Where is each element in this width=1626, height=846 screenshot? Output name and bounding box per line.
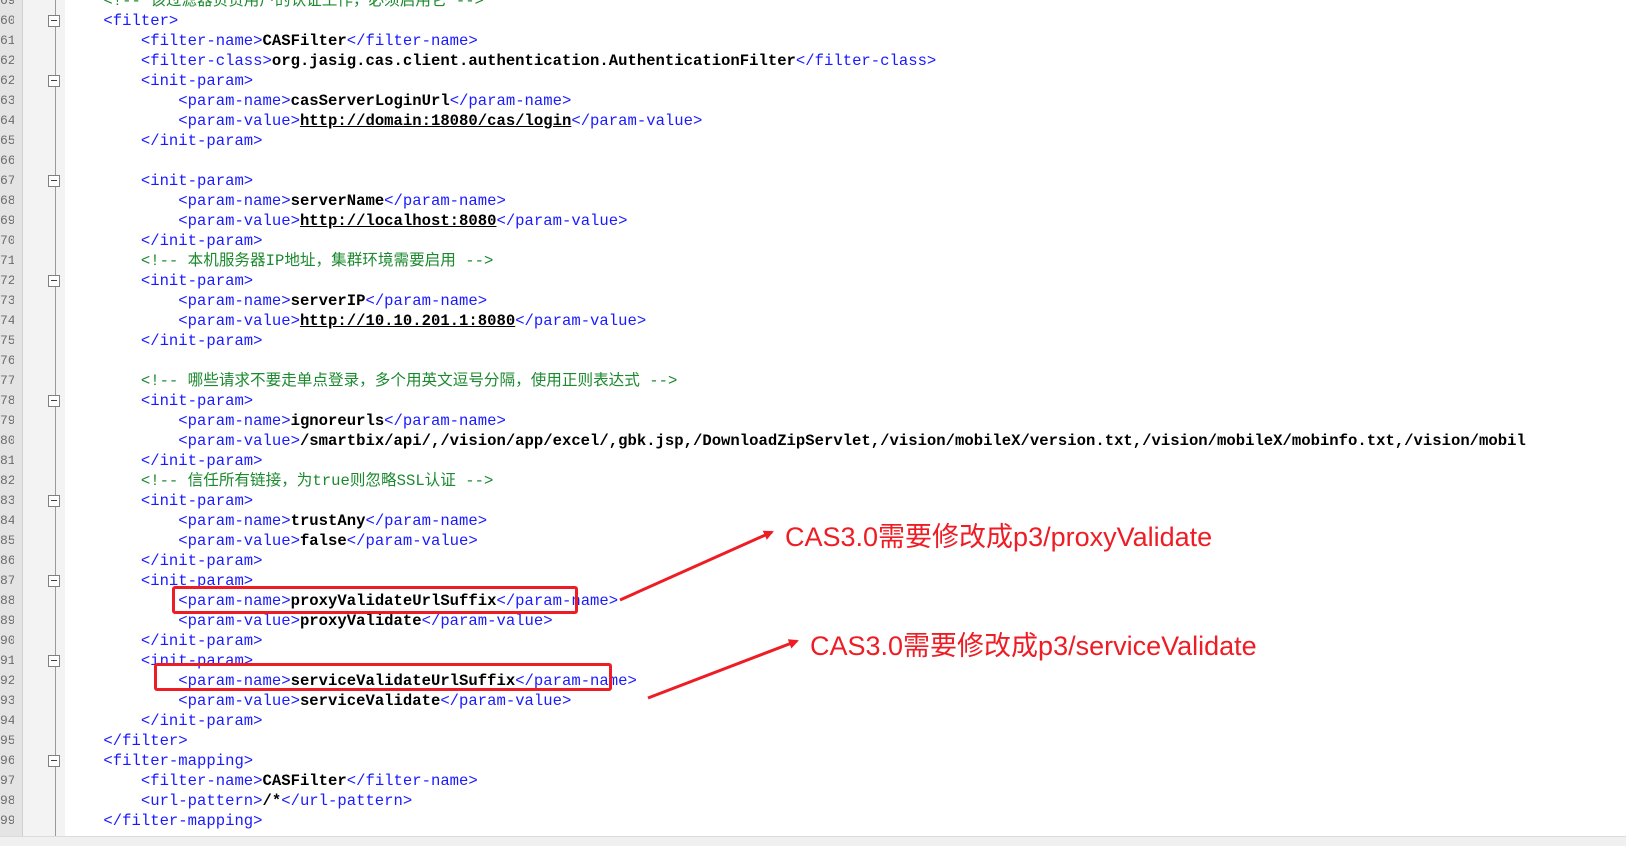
note-proxy-validate: CAS3.0需要修改成p3/proxyValidate	[785, 522, 1213, 552]
arrow-proxy	[619, 530, 774, 602]
annotation-arrows	[619, 530, 799, 700]
code-editor[interactable]: 69 <!-- 该过滤器负责用户的认证工作，必须启用它 --> 60 <filte…	[0, 0, 1626, 846]
arrow-service	[647, 639, 799, 700]
note-service-validate: CAS3.0需要修改成p3/serviceValidate	[810, 631, 1257, 661]
horizontal-scrollbar[interactable]	[0, 836, 1626, 846]
